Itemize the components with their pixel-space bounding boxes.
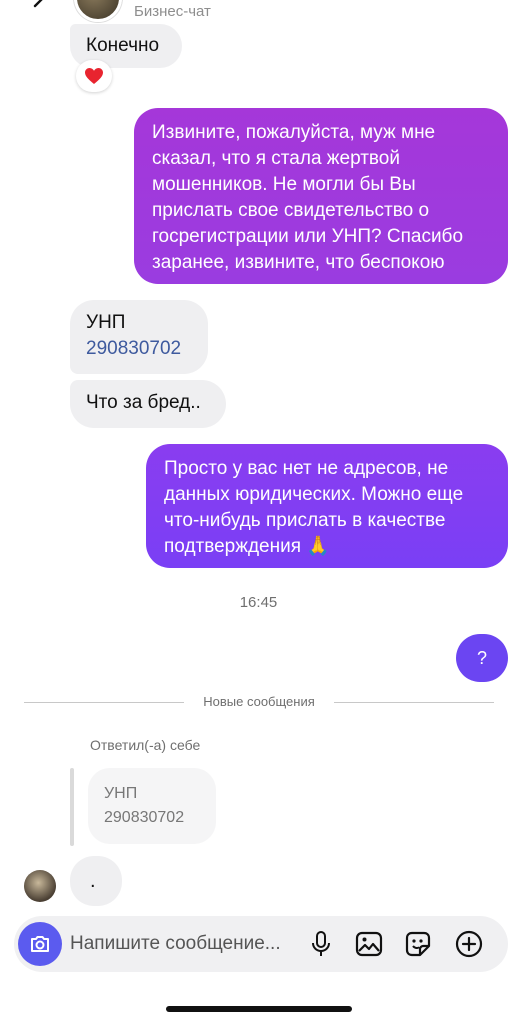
heart-reaction[interactable] xyxy=(76,60,112,92)
quote-text: УНП xyxy=(104,785,138,802)
chat-subtitle: Бизнес-чат xyxy=(134,3,211,20)
message-incoming[interactable]: УНП 290830702 xyxy=(70,300,208,374)
replied-label: Ответил(-а) себе xyxy=(90,737,201,753)
camera-icon xyxy=(31,936,49,952)
message-input[interactable] xyxy=(70,931,310,957)
message-text: Конечно xyxy=(86,35,160,56)
new-messages-divider: Новые сообщения xyxy=(203,694,315,709)
camera-button[interactable] xyxy=(18,922,62,966)
quote-bar xyxy=(70,768,74,846)
message-text: Извините, пожалуйста, муж мне сказал, чт… xyxy=(152,122,464,273)
avatar[interactable] xyxy=(24,870,56,902)
sticker-button[interactable] xyxy=(403,929,433,959)
sticker-icon xyxy=(405,931,431,957)
heart-icon xyxy=(85,68,103,84)
message-outgoing[interactable]: Извините, пожалуйста, муж мне сказал, чт… xyxy=(134,108,508,284)
microphone-button[interactable] xyxy=(306,929,336,959)
plus-circle-icon xyxy=(455,930,483,958)
microphone-icon xyxy=(312,931,330,956)
message-composer xyxy=(14,916,508,972)
message-text: УНП xyxy=(86,312,126,333)
unp-number-link[interactable]: 290830702 xyxy=(86,336,192,362)
avatar[interactable] xyxy=(74,0,122,22)
divider-line xyxy=(334,702,494,703)
message-incoming[interactable]: . xyxy=(70,856,122,906)
gallery-button[interactable] xyxy=(354,929,384,959)
home-indicator xyxy=(166,1006,352,1012)
divider-line xyxy=(24,702,184,703)
quote-text: 290830702 xyxy=(104,809,185,826)
message-outgoing[interactable]: Просто у вас нет не адресов, не данных ю… xyxy=(146,444,508,568)
chevron-left-icon[interactable] xyxy=(28,0,54,20)
quoted-message[interactable]: УНП 290830702 xyxy=(88,768,216,844)
message-text: ? xyxy=(476,648,487,668)
message-text: . xyxy=(90,870,96,892)
message-outgoing[interactable]: ? xyxy=(456,634,508,682)
message-incoming[interactable]: Что за бред.. xyxy=(70,380,226,428)
message-text: Просто у вас нет не адресов, не данных ю… xyxy=(164,458,464,557)
message-text: Что за бред.. xyxy=(86,392,201,413)
timestamp: 16:45 xyxy=(239,594,278,611)
add-button[interactable] xyxy=(454,929,484,959)
image-icon xyxy=(355,931,383,957)
